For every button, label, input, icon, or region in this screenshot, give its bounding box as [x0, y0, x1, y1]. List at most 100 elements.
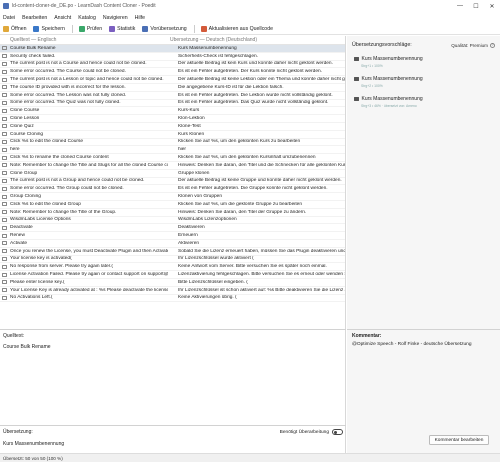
table-row[interactable]: Deactivate Deaktivieren: [0, 224, 345, 233]
translation-cell: hier: [178, 147, 186, 153]
translation-memory-icon: [354, 76, 359, 82]
translation-cell: Kurs Klonen: [178, 131, 205, 137]
table-row[interactable]: The current post is not a Group and henc…: [0, 178, 345, 186]
translation-cell: Ihr Lizenzschlüssel wurde aktiviert (: [178, 256, 254, 262]
translation-cell: Der aktuelle Beitrag ist keine Lektion o…: [178, 77, 345, 83]
table-row[interactable]: Clone Quiz Klone-Test: [0, 123, 345, 131]
suggestions-title: Übersetzungsvorschläge:: [352, 42, 412, 48]
comment-icon: [2, 54, 7, 59]
source-cell: No response from server. Please try agai…: [10, 264, 113, 270]
source-cell: Renew: [10, 233, 25, 239]
checkmark-icon: [78, 25, 85, 32]
table-row[interactable]: No Activations Left.(Keine Aktivierungen…: [0, 295, 345, 303]
translation-cell: Der aktuelle Beitrag ist kein Kurs und k…: [178, 61, 333, 67]
translation-cell: Klone-Test: [178, 123, 201, 129]
table-row[interactable]: Clone Lesson Klon-Lektion: [0, 115, 345, 123]
comment-icon: [2, 132, 7, 137]
close-icon[interactable]: ✕: [484, 0, 500, 12]
table-row[interactable]: Activate Aktivieren: [0, 240, 345, 248]
menu-view[interactable]: Ansicht: [54, 15, 71, 21]
comment-icon: [2, 264, 7, 269]
menu-navigate[interactable]: Navigieren: [103, 15, 128, 21]
translation-column-header[interactable]: Übersetzung — Deutsch (Deutschland): [168, 37, 345, 43]
table-row[interactable]: Click %s to rename the cloned Course con…: [0, 154, 345, 162]
suggestion-item[interactable]: Kurs Massenumbenennung Strg+2 • 100%: [347, 68, 500, 88]
menu-help[interactable]: Hilfe: [135, 15, 145, 21]
source-cell: Your License Key is already activated at…: [10, 287, 168, 293]
comment-icon: [2, 233, 7, 238]
comment-icon: [2, 77, 7, 82]
update-icon: [200, 25, 207, 32]
menu-bar: Datei Bearbeiten Ansicht Katalog Navigie…: [0, 12, 500, 23]
table-row[interactable]: Click %s to edit the cloned Course Klicke…: [0, 139, 345, 147]
table-row[interactable]: Course Cloning Kurs Klonen: [0, 131, 345, 139]
menu-edit[interactable]: Bearbeiten: [22, 15, 47, 21]
source-cell: Click %s to edit the cloned Group: [10, 201, 81, 207]
table-row[interactable]: Group Cloning Klonen von Gruppen: [0, 193, 345, 201]
comment-icon: [2, 163, 7, 168]
source-text-panel: Quelltext: Course Bulk Rename: [0, 329, 346, 425]
table-row[interactable]: Some error occurred. The Quiz was not fu…: [0, 100, 345, 108]
suggestion-item[interactable]: Kurs Massenumbenennung Strg+1 • 100%: [347, 48, 500, 68]
pretranslate-button[interactable]: Vorübersetzung: [142, 25, 187, 32]
translation-cell: Kurs-Kurs: [178, 108, 200, 114]
source-cell: No Activations Left.(: [10, 295, 53, 301]
comment-icon: [2, 178, 7, 183]
source-cell: Deactivate: [10, 225, 33, 231]
table-row[interactable]: Once you renew the License, you must Dea…: [0, 248, 345, 256]
source-text-label: Quelltext:: [3, 333, 25, 339]
translation-cell: Es ist ein Fehler aufgetreten. Der Kurs …: [178, 69, 322, 75]
save-icon: [33, 25, 40, 32]
translation-input[interactable]: Kurs Massenumbenennung: [0, 435, 346, 453]
table-row[interactable]: The course ID provided with is incorrect…: [0, 84, 345, 92]
table-row[interactable]: Some error occurred. The Group could not…: [0, 185, 345, 194]
table-row[interactable]: Course Bulk Rename Kurs Massenumbenennung: [0, 45, 345, 53]
table-row[interactable]: The current post is not a Lesson or topi…: [0, 76, 345, 84]
source-cell: The course ID provided with is incorrect…: [10, 84, 126, 90]
table-row[interactable]: WisdmLabs License Options WisdmLabs Lizen…: [0, 217, 345, 225]
table-row[interactable]: Clone Group Gruppe klonen: [0, 170, 345, 178]
suggestion-item[interactable]: Kurs Massenumbenennung Strg+3 • 46% · übe…: [347, 88, 500, 108]
translation-cell: Lizenzaktivierung fehlgeschlagen. Bitte …: [178, 272, 345, 277]
update-from-source-button[interactable]: Aktualisieren aus Quellcode: [200, 25, 273, 32]
validate-button[interactable]: Prüfen: [78, 25, 102, 32]
translation-list[interactable]: Course Bulk Rename Kurs Massenumbenennung…: [0, 45, 345, 329]
menu-catalog[interactable]: Katalog: [78, 15, 96, 21]
table-row[interactable]: here hier: [0, 146, 345, 155]
table-row[interactable]: Your license key is activated(Ihr Lizenz…: [0, 256, 345, 264]
table-row[interactable]: Note: Remember to change the Title of th…: [0, 209, 345, 217]
source-cell: Course Cloning: [10, 131, 44, 137]
table-row[interactable]: Note: Remember to change the Title and S…: [0, 162, 345, 170]
table-row[interactable]: Some error occurred. The Lesson was not …: [0, 92, 345, 100]
table-row[interactable]: Clone Course Kurs-Kurs: [0, 107, 345, 116]
statistics-button[interactable]: Statistik: [109, 25, 135, 32]
open-button[interactable]: Öffnen: [3, 25, 26, 32]
comment-icon: [2, 241, 7, 246]
toggle-switch[interactable]: [332, 429, 343, 435]
source-cell: Some error occurred. The Lesson was not …: [10, 92, 127, 98]
save-button[interactable]: Speichern: [33, 25, 65, 32]
translation-cell: Es ist ein Fehler aufgetreten. Das Quiz …: [178, 100, 329, 106]
translation-cell: Hinweis: Denken Sie daran, den Titel und…: [178, 162, 345, 168]
table-row[interactable]: The current post is not a Course and hen…: [0, 61, 345, 69]
table-row[interactable]: Please enter license key.(Bitte Lizenzsc…: [0, 279, 345, 287]
menu-file[interactable]: Datei: [3, 15, 15, 21]
comment-panel: Kommentar: @Optimize Speech - Rolf Finke…: [347, 329, 500, 350]
source-column-header[interactable]: Quelltext — Englisch: [0, 37, 168, 43]
window-title: ld-content-cloner-de_DE.po - LearnDash C…: [12, 3, 156, 9]
edit-comment-button[interactable]: Kommentar bearbeiten: [429, 435, 489, 445]
minimize-icon[interactable]: —: [452, 0, 468, 12]
table-row[interactable]: No response from server. Please try agai…: [0, 263, 345, 272]
table-row[interactable]: Security check failed. Sicherheits-Check …: [0, 53, 345, 61]
help-icon[interactable]: ?: [490, 42, 495, 48]
table-row[interactable]: Some error occurred. The Course could no…: [0, 68, 345, 77]
toolbar-separator: [71, 24, 73, 33]
table-row[interactable]: Renew Erneuern: [0, 232, 345, 240]
table-row[interactable]: Your License Key is already activated at…: [0, 287, 345, 295]
table-row[interactable]: License Activation Failed. Please try ag…: [0, 271, 345, 279]
source-cell: Clone Lesson: [10, 116, 40, 122]
maximize-icon[interactable]: ☐: [468, 0, 484, 12]
table-row[interactable]: Click %s to edit the cloned Group Klicken…: [0, 201, 345, 209]
needs-work-toggle[interactable]: Benötigt Überarbeitung: [280, 429, 343, 435]
comment-icon: [2, 272, 7, 277]
